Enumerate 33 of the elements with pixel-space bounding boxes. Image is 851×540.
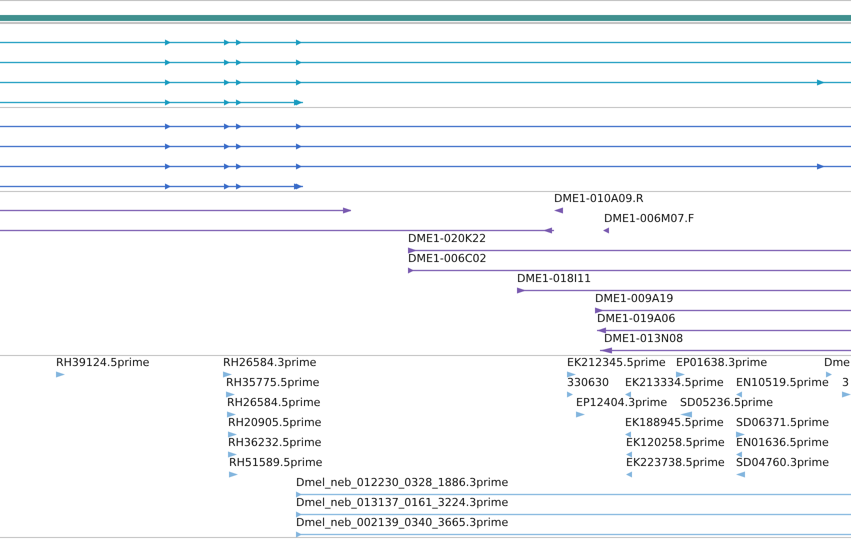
feature-label: Dmel_neb_002139_0340_3665.3prime <box>296 516 508 530</box>
feature-label: DME1-018I11 <box>517 272 592 286</box>
feature-label: EN10519.5prime <box>736 376 829 390</box>
feature-label: RH35775.5prime <box>226 376 320 390</box>
feature-label: DME1-009A19 <box>595 292 674 306</box>
feature-label: DME1-010A09.R <box>554 192 644 206</box>
feature-label: EP12404.3prime <box>576 396 668 410</box>
feature-label: RH39124.5prime <box>56 356 150 370</box>
feature-label: EK120258.5prime <box>626 436 725 450</box>
feature-label: DME1-020K22 <box>408 232 486 246</box>
feature-label: EK213334.5prime <box>625 376 724 390</box>
feature-label: DME1-006M07.F <box>604 212 694 226</box>
feature-label: EK223738.5prime <box>626 456 725 470</box>
feature-label: EK212345.5prime <box>567 356 666 370</box>
feature-label: SD05236.5prime <box>680 396 773 410</box>
feature-label: Dmel_neb_012230_0328_1886.3prime <box>296 476 508 490</box>
feature-label: RH20905.5prime <box>228 416 322 430</box>
feature-label: SD06371.5prime <box>736 416 829 430</box>
feature-label: EK188945.5prime <box>625 416 724 430</box>
feature-label: DME1-006C02 <box>408 252 487 266</box>
feature-label: 330630 <box>567 376 609 390</box>
feature-label: RH26584.5prime <box>227 396 320 410</box>
feature-label: EP01638.3prime <box>676 356 768 370</box>
feature-label: 3 <box>842 376 849 390</box>
feature-label: Dme <box>824 356 850 370</box>
feature-label: DME1-019A06 <box>597 312 676 326</box>
feature-label: RH26584.3prime <box>223 356 316 370</box>
feature-label: SD04760.3prime <box>736 456 829 470</box>
feature-label: Dmel_neb_013137_0161_3224.3prime <box>296 496 508 510</box>
feature-label: EN01636.5prime <box>736 436 829 450</box>
feature-label: DME1-013N08 <box>604 332 684 346</box>
feature-label: RH36232.5prime <box>228 436 322 450</box>
feature-label: RH51589.5prime <box>229 456 322 470</box>
